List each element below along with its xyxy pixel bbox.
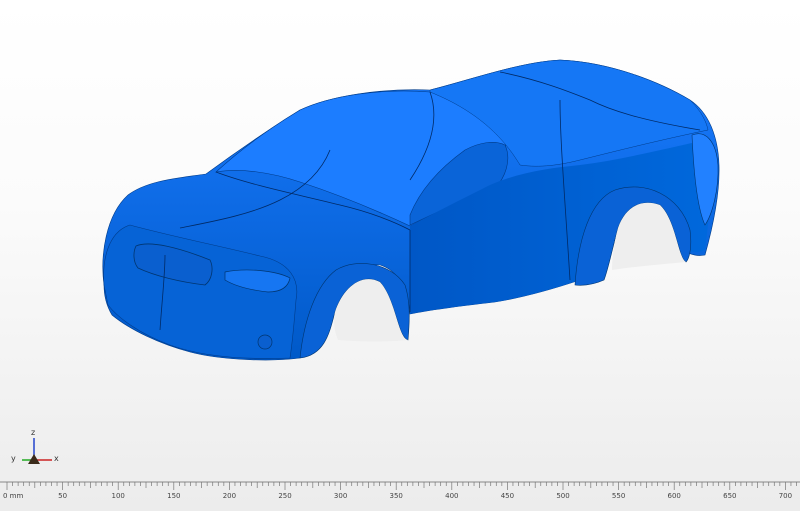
ruler-tick-label: 600 xyxy=(667,492,681,500)
ruler-tick-label: 400 xyxy=(445,492,459,500)
ruler-tick-label: 300 xyxy=(333,492,348,500)
measurement-ruler: 0 mm 50 100 150 200 250 300 350 400 450 500 550 600 6… xyxy=(0,478,800,511)
ruler-tick-label: 650 xyxy=(723,492,737,500)
ruler-tick-label: 550 xyxy=(611,492,626,500)
3d-viewport[interactable]: z x y 0 mm 50 100 150 200 250 300 350 400 450 500 5… xyxy=(0,0,800,511)
ruler-tick-label: 150 xyxy=(167,492,181,500)
ruler-tick-label: 50 xyxy=(58,492,68,500)
ruler-tick-label: 700 xyxy=(778,492,793,500)
triad-origin-icon xyxy=(28,454,40,464)
ruler-tick-label: 100 xyxy=(111,492,125,500)
ruler-tick-label: 200 xyxy=(222,492,237,500)
ruler-tick-label: 0 mm xyxy=(3,492,24,500)
fog-light xyxy=(257,334,273,350)
ruler-tick-label: 500 xyxy=(556,492,570,500)
axis-triad-graphic xyxy=(22,438,52,464)
z-axis-label: z xyxy=(31,428,36,437)
car-model[interactable] xyxy=(0,0,800,478)
y-axis-label: y xyxy=(11,454,16,463)
ruler-tick-label: 350 xyxy=(389,492,403,500)
axis-triad[interactable]: z x y xyxy=(8,428,64,472)
x-axis-label: x xyxy=(54,454,59,463)
ruler-ticks xyxy=(0,481,800,490)
ruler-tick-label: 250 xyxy=(278,492,292,500)
ruler-tick-label: 450 xyxy=(500,492,515,500)
